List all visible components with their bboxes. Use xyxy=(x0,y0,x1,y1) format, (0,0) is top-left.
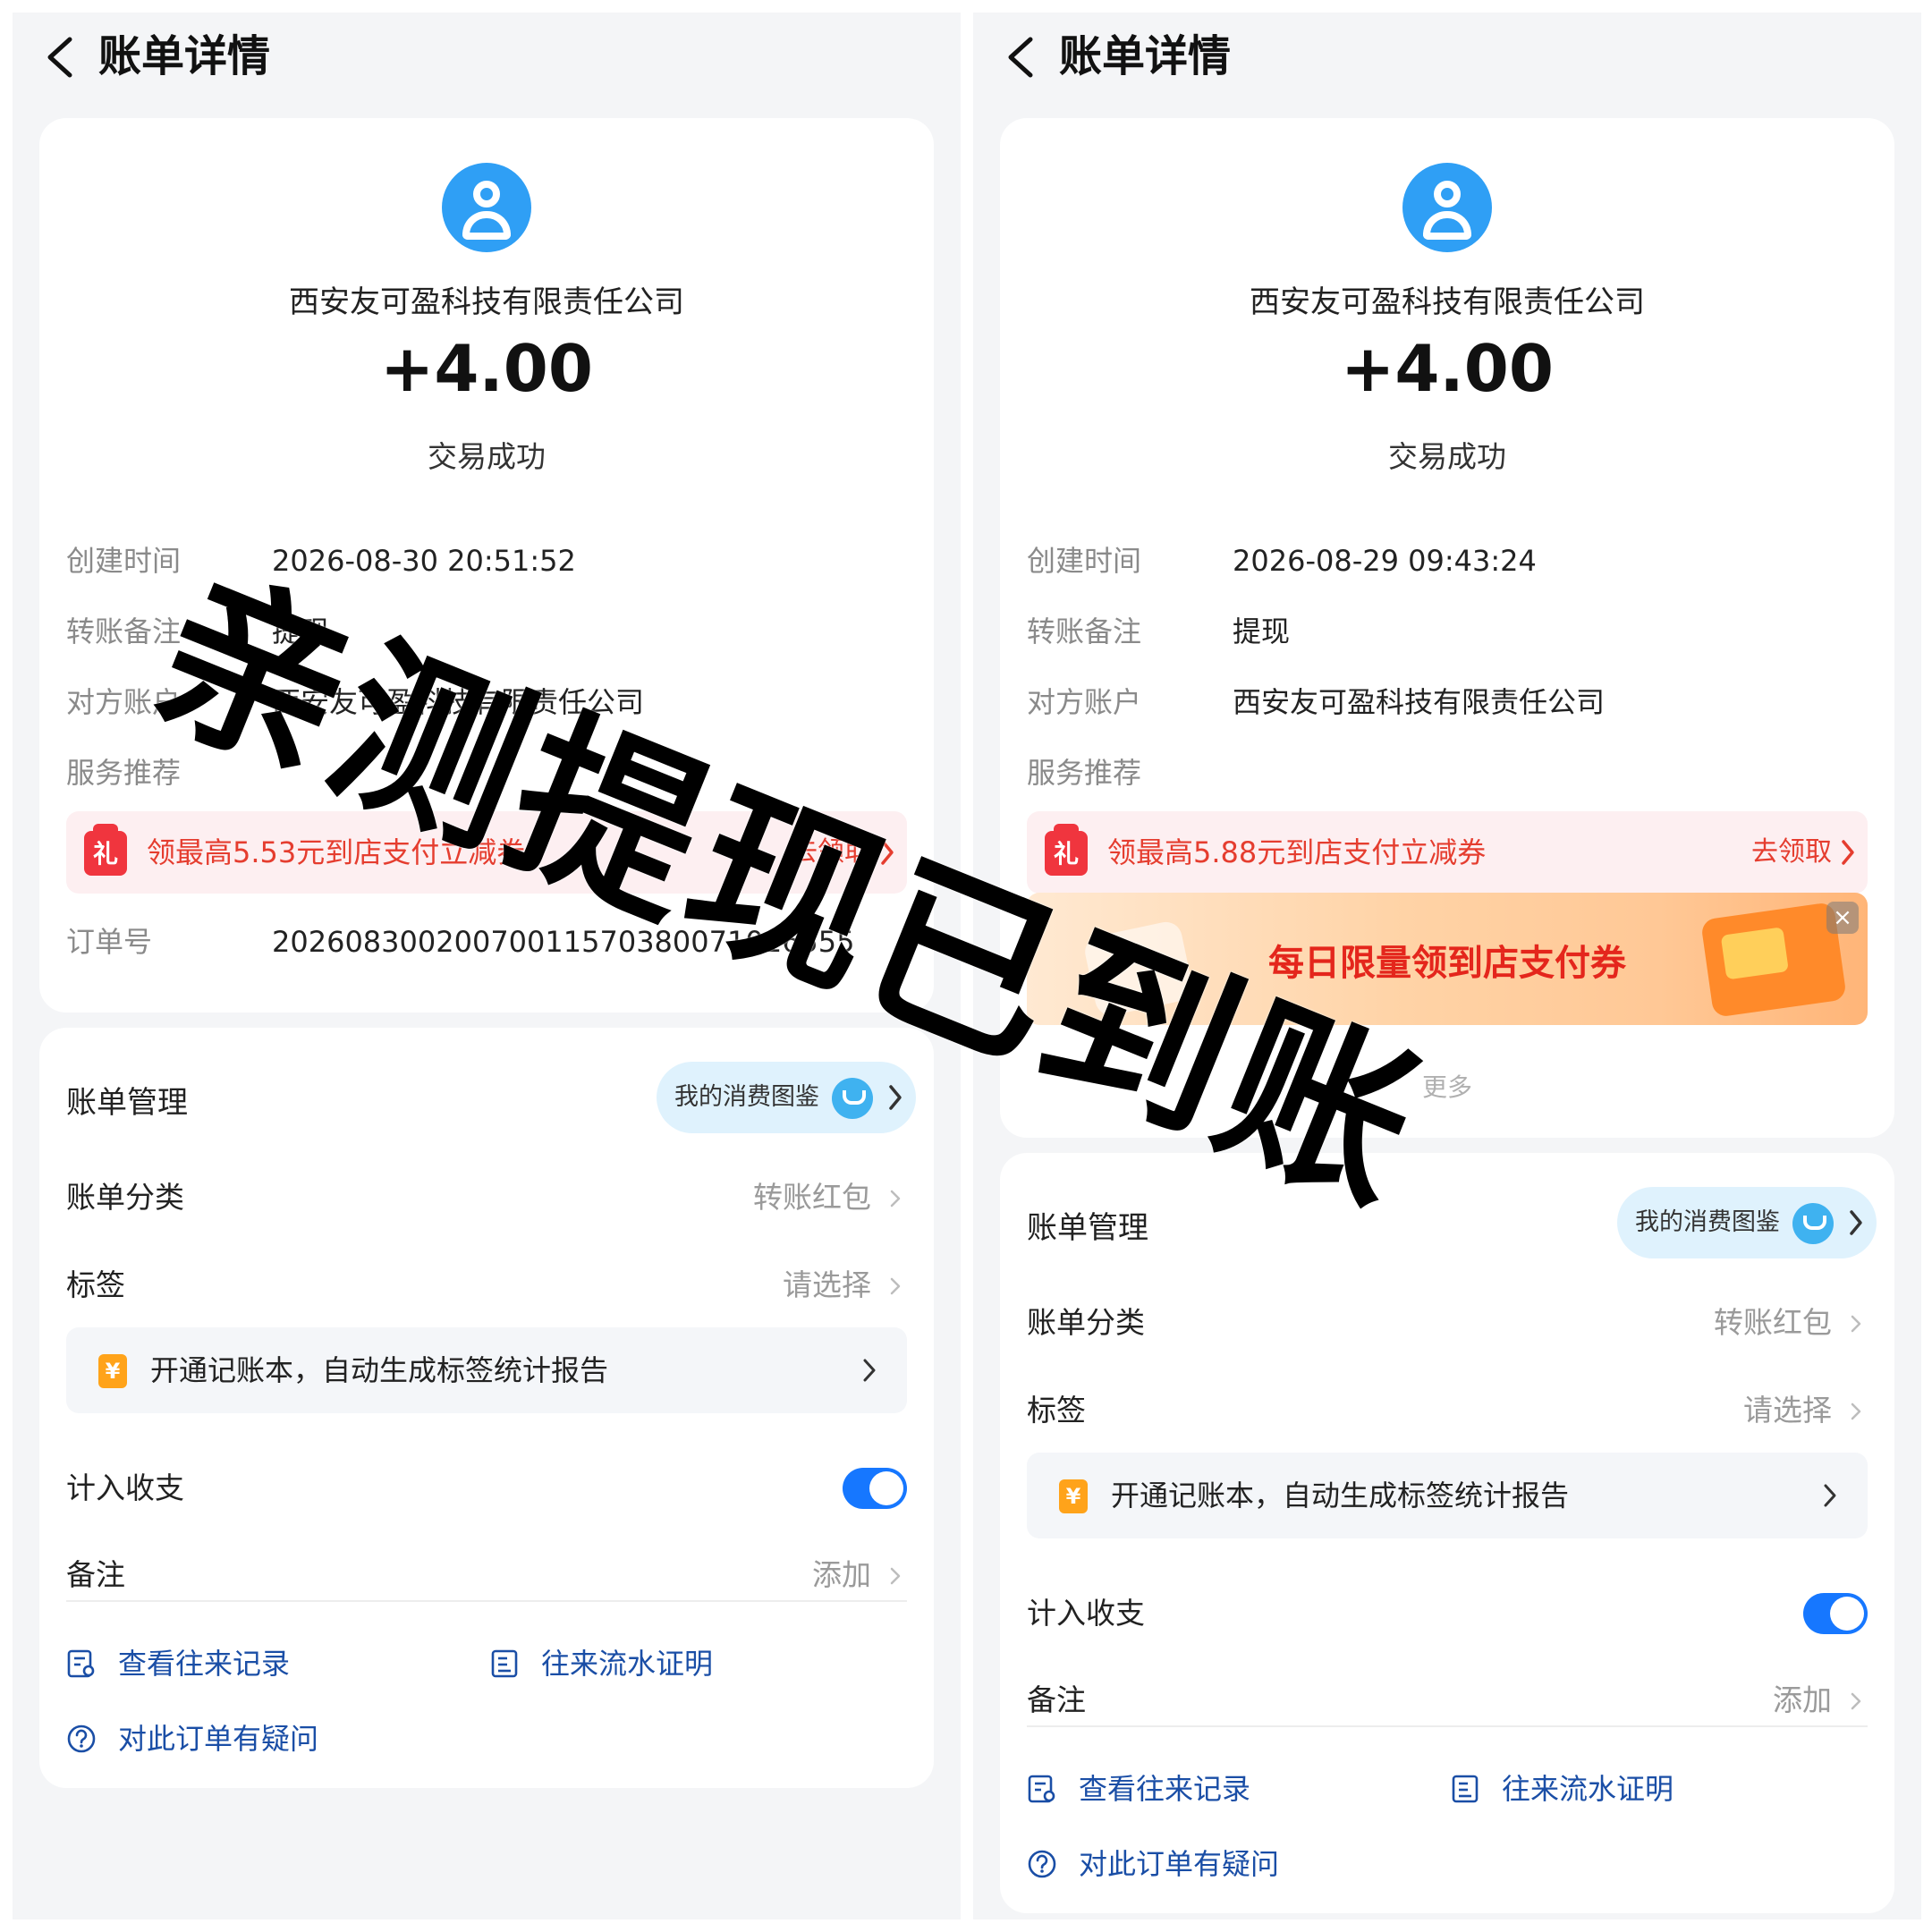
claim-link[interactable]: 去领取 xyxy=(1751,811,1832,894)
include-in-stats-row: 计入收支 xyxy=(66,1462,907,1515)
chevron-left-icon[interactable] xyxy=(39,30,82,84)
view-records-label: 查看往来记录 xyxy=(118,1647,291,1681)
divider xyxy=(66,1600,907,1602)
account-book-text: 开通记账本，自动生成标签统计报告 xyxy=(1111,1479,1570,1513)
bill-category-row[interactable]: 账单分类 转账红包 xyxy=(1027,1296,1868,1350)
tag-row[interactable]: 标签 请选择 xyxy=(66,1258,907,1312)
transaction-status: 交易成功 xyxy=(428,439,546,474)
chevron-right-icon xyxy=(889,1085,902,1110)
view-records-link[interactable]: 查看往来记录 xyxy=(1027,1767,1322,1811)
transaction-status: 交易成功 xyxy=(1388,439,1506,474)
statement-proof-link[interactable]: 往来流水证明 xyxy=(1450,1767,1745,1811)
statement-icon xyxy=(491,1649,518,1678)
include-in-stats-toggle[interactable] xyxy=(1803,1593,1868,1634)
include-in-stats-label: 计入收支 xyxy=(66,1470,184,1505)
note-row[interactable]: 备注 添加 xyxy=(1027,1674,1868,1727)
mascot-icon xyxy=(832,1078,873,1119)
account-book-text: 开通记账本，自动生成标签统计报告 xyxy=(150,1353,609,1387)
yen-icon: ¥ xyxy=(98,1354,127,1388)
statement-proof-label: 往来流水证明 xyxy=(541,1647,714,1681)
created-label: 创建时间 xyxy=(1027,544,1142,578)
order-label: 订单号 xyxy=(66,925,153,959)
chevron-right-icon xyxy=(1851,1315,1861,1333)
created-label: 创建时间 xyxy=(66,544,182,578)
note-label: 备注 xyxy=(66,1557,125,1592)
bill-category-label: 账单分类 xyxy=(66,1180,184,1215)
remark-label: 转账备注 xyxy=(1027,614,1142,648)
statement-proof-link[interactable]: 往来流水证明 xyxy=(489,1641,784,1686)
remark-value: 提现 xyxy=(1233,614,1291,648)
mascot-icon xyxy=(1792,1203,1834,1244)
consumption-guide-label: 我的消费图鉴 xyxy=(674,1083,819,1111)
chevron-right-icon xyxy=(1850,1210,1862,1235)
merchant-name: 西安友可盈科技有限责任公司 xyxy=(1250,284,1645,320)
counterparty-label: 对方账户 xyxy=(1027,685,1142,719)
bill-management-card: 账单管理 我的消费图鉴 账单分类 转账红包 标签 请选择 ¥ 开通记账本，自动生… xyxy=(39,1028,934,1788)
bill-category-value: 转账红包 xyxy=(1714,1305,1832,1340)
chevron-right-icon xyxy=(1851,1692,1861,1710)
note-value: 添加 xyxy=(1773,1682,1832,1717)
note-row[interactable]: 备注 添加 xyxy=(66,1548,907,1602)
nav-bar: 账单详情 xyxy=(973,13,1921,111)
user-icon xyxy=(442,163,531,252)
chevron-right-icon xyxy=(890,1277,901,1295)
created-value: 2026-08-29 09:43:24 xyxy=(1233,544,1537,578)
counterparty-value: 西安友可盈科技有限责任公司 xyxy=(1233,685,1606,719)
yen-icon: ¥ xyxy=(1059,1479,1088,1513)
consumption-guide-button[interactable]: 我的消费图鉴 xyxy=(657,1062,916,1133)
chevron-right-icon xyxy=(863,1359,876,1382)
transaction-amount: +4.00 xyxy=(380,331,593,406)
statement-proof-label: 往来流水证明 xyxy=(1502,1772,1674,1806)
include-in-stats-toggle[interactable] xyxy=(843,1468,907,1509)
tag-row[interactable]: 标签 请选择 xyxy=(1027,1384,1868,1437)
chevron-right-icon xyxy=(890,1190,901,1208)
records-icon xyxy=(1028,1775,1055,1803)
consumption-guide-button[interactable]: 我的消费图鉴 xyxy=(1617,1187,1877,1258)
chevron-right-icon xyxy=(1851,1402,1861,1420)
consumption-guide-label: 我的消费图鉴 xyxy=(1635,1208,1780,1236)
chevron-left-icon[interactable] xyxy=(1000,30,1043,84)
view-records-link[interactable]: 查看往来记录 xyxy=(66,1641,361,1686)
bill-category-row[interactable]: 账单分类 转账红包 xyxy=(66,1171,907,1224)
chevron-right-icon xyxy=(1842,840,1854,865)
tag-label: 标签 xyxy=(66,1267,125,1302)
view-records-label: 查看往来记录 xyxy=(1079,1772,1251,1806)
question-icon xyxy=(1028,1850,1056,1878)
close-icon[interactable]: × xyxy=(1826,902,1859,934)
nav-bar: 账单详情 xyxy=(13,13,961,111)
transaction-amount: +4.00 xyxy=(1341,331,1554,406)
tag-value: 请选择 xyxy=(1743,1393,1832,1428)
order-question-label: 对此订单有疑问 xyxy=(1079,1847,1280,1881)
page-title: 账单详情 xyxy=(1059,31,1232,81)
order-question-link[interactable]: 对此订单有疑问 xyxy=(1027,1842,1385,1886)
include-in-stats-row: 计入收支 xyxy=(1027,1587,1868,1640)
order-question-link[interactable]: 对此订单有疑问 xyxy=(66,1716,424,1761)
tag-value: 请选择 xyxy=(783,1267,871,1302)
question-icon xyxy=(67,1724,96,1753)
statement-icon xyxy=(1452,1775,1479,1803)
note-label: 备注 xyxy=(1027,1682,1086,1717)
divider xyxy=(1027,1725,1868,1727)
gift-icon: 礼 xyxy=(84,824,127,876)
bill-management-title: 账单管理 xyxy=(66,1085,188,1121)
service-label: 服务推荐 xyxy=(1027,756,1142,790)
page-title: 账单详情 xyxy=(98,31,271,81)
order-question-label: 对此订单有疑问 xyxy=(118,1722,319,1756)
account-book-banner[interactable]: ¥ 开通记账本，自动生成标签统计报告 xyxy=(66,1327,907,1413)
include-in-stats-label: 计入收支 xyxy=(1027,1596,1145,1631)
chevron-right-icon xyxy=(890,1567,901,1585)
bill-category-label: 账单分类 xyxy=(1027,1305,1145,1340)
records-icon xyxy=(67,1649,95,1678)
user-icon xyxy=(1402,163,1492,252)
chevron-right-icon xyxy=(1824,1484,1836,1507)
merchant-name: 西安友可盈科技有限责任公司 xyxy=(289,284,684,320)
bill-management-title: 账单管理 xyxy=(1027,1210,1148,1246)
account-book-banner[interactable]: ¥ 开通记账本，自动生成标签统计报告 xyxy=(1027,1453,1868,1538)
tag-label: 标签 xyxy=(1027,1393,1086,1428)
note-value: 添加 xyxy=(812,1557,871,1592)
bill-category-value: 转账红包 xyxy=(753,1180,871,1215)
